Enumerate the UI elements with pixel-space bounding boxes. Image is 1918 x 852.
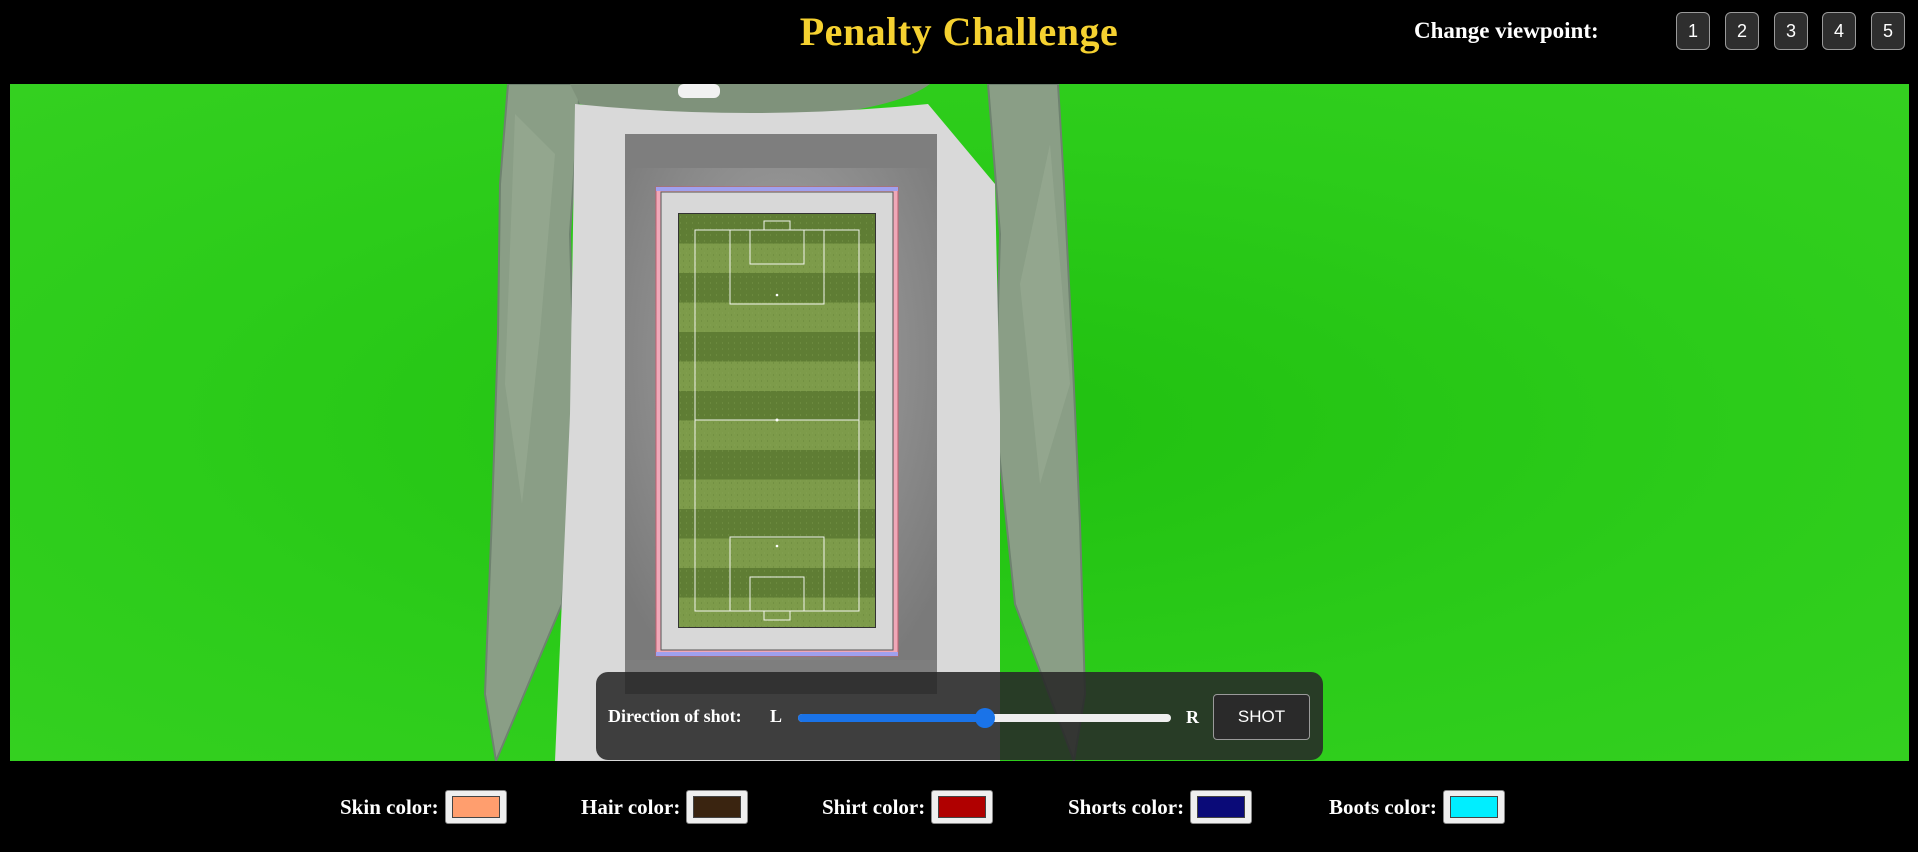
viewpoint-button-5[interactable]: 5 xyxy=(1871,12,1905,50)
direction-right-label: R xyxy=(1186,707,1199,727)
viewpoint-button-4[interactable]: 4 xyxy=(1822,12,1856,50)
direction-left-label: L xyxy=(770,706,783,726)
viewpoint-button-1[interactable]: 1 xyxy=(1676,12,1710,50)
boots-color-label: Boots color: xyxy=(1329,794,1437,819)
game-scene[interactable]: Direction of shot: L R SHOT xyxy=(10,84,1909,761)
boots-color-group: Boots color: xyxy=(1329,790,1505,824)
hair-color-label: Hair color: xyxy=(581,794,681,819)
direction-label: Direction of shot: xyxy=(608,706,742,726)
shirt-color-picker[interactable] xyxy=(931,790,994,824)
shirt-color-label: Shirt color: xyxy=(822,794,926,819)
stadium-view xyxy=(483,84,1087,761)
shorts-color-picker[interactable] xyxy=(1190,790,1253,824)
viewpoint-label: Change viewpoint: xyxy=(1414,18,1599,43)
shot-button[interactable]: SHOT xyxy=(1213,694,1310,740)
shirt-color-group: Shirt color: xyxy=(822,790,994,824)
hair-color-picker[interactable] xyxy=(686,790,749,824)
shorts-color-group: Shorts color: xyxy=(1068,790,1253,824)
boots-color-picker[interactable] xyxy=(1442,790,1505,824)
shorts-color-label: Shorts color: xyxy=(1068,794,1185,819)
page-title: Penalty Challenge xyxy=(799,9,1119,54)
color-settings: Skin color: Hair color: Shirt color: Sho… xyxy=(0,790,1918,840)
skin-color-group: Skin color: xyxy=(340,790,507,824)
skin-color-label: Skin color: xyxy=(340,794,439,819)
viewpoint-button-2[interactable]: 2 xyxy=(1725,12,1759,50)
skin-color-picker[interactable] xyxy=(444,790,507,824)
shot-controls-panel: Direction of shot: L R SHOT xyxy=(596,672,1323,760)
stand-sign xyxy=(678,84,720,98)
football-pitch xyxy=(678,213,876,628)
hair-color-group: Hair color: xyxy=(581,790,749,824)
viewpoint-button-3[interactable]: 3 xyxy=(1774,12,1808,50)
direction-slider-thumb[interactable] xyxy=(974,708,995,728)
